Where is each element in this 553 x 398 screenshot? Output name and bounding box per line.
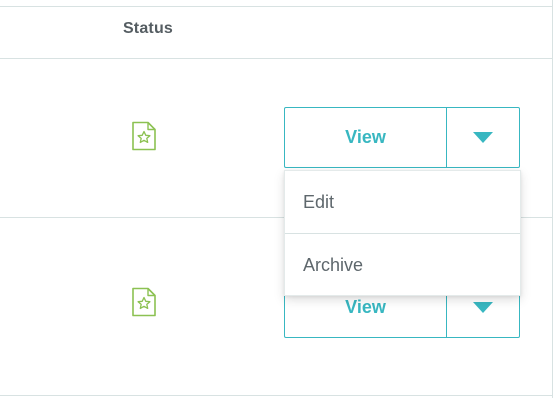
- menu-item-edit[interactable]: Edit: [285, 171, 520, 233]
- caret-down-icon: [473, 302, 493, 313]
- dropdown-toggle-button[interactable]: [447, 108, 519, 167]
- table-top-border: [0, 6, 553, 7]
- status-column-header: Status: [122, 20, 174, 37]
- header-divider: [0, 58, 553, 59]
- actions-dropdown-menu: Edit Archive: [284, 170, 521, 296]
- view-split-button-row-1: View: [284, 107, 520, 168]
- table-bottom-border: [0, 395, 553, 396]
- starred-document-icon: [131, 121, 157, 151]
- caret-down-icon: [473, 132, 493, 143]
- starred-document-icon: [131, 287, 157, 317]
- view-button[interactable]: View: [285, 108, 446, 167]
- menu-item-archive[interactable]: Archive: [285, 234, 520, 296]
- status-table: Status View View Edit Archive: [0, 0, 553, 398]
